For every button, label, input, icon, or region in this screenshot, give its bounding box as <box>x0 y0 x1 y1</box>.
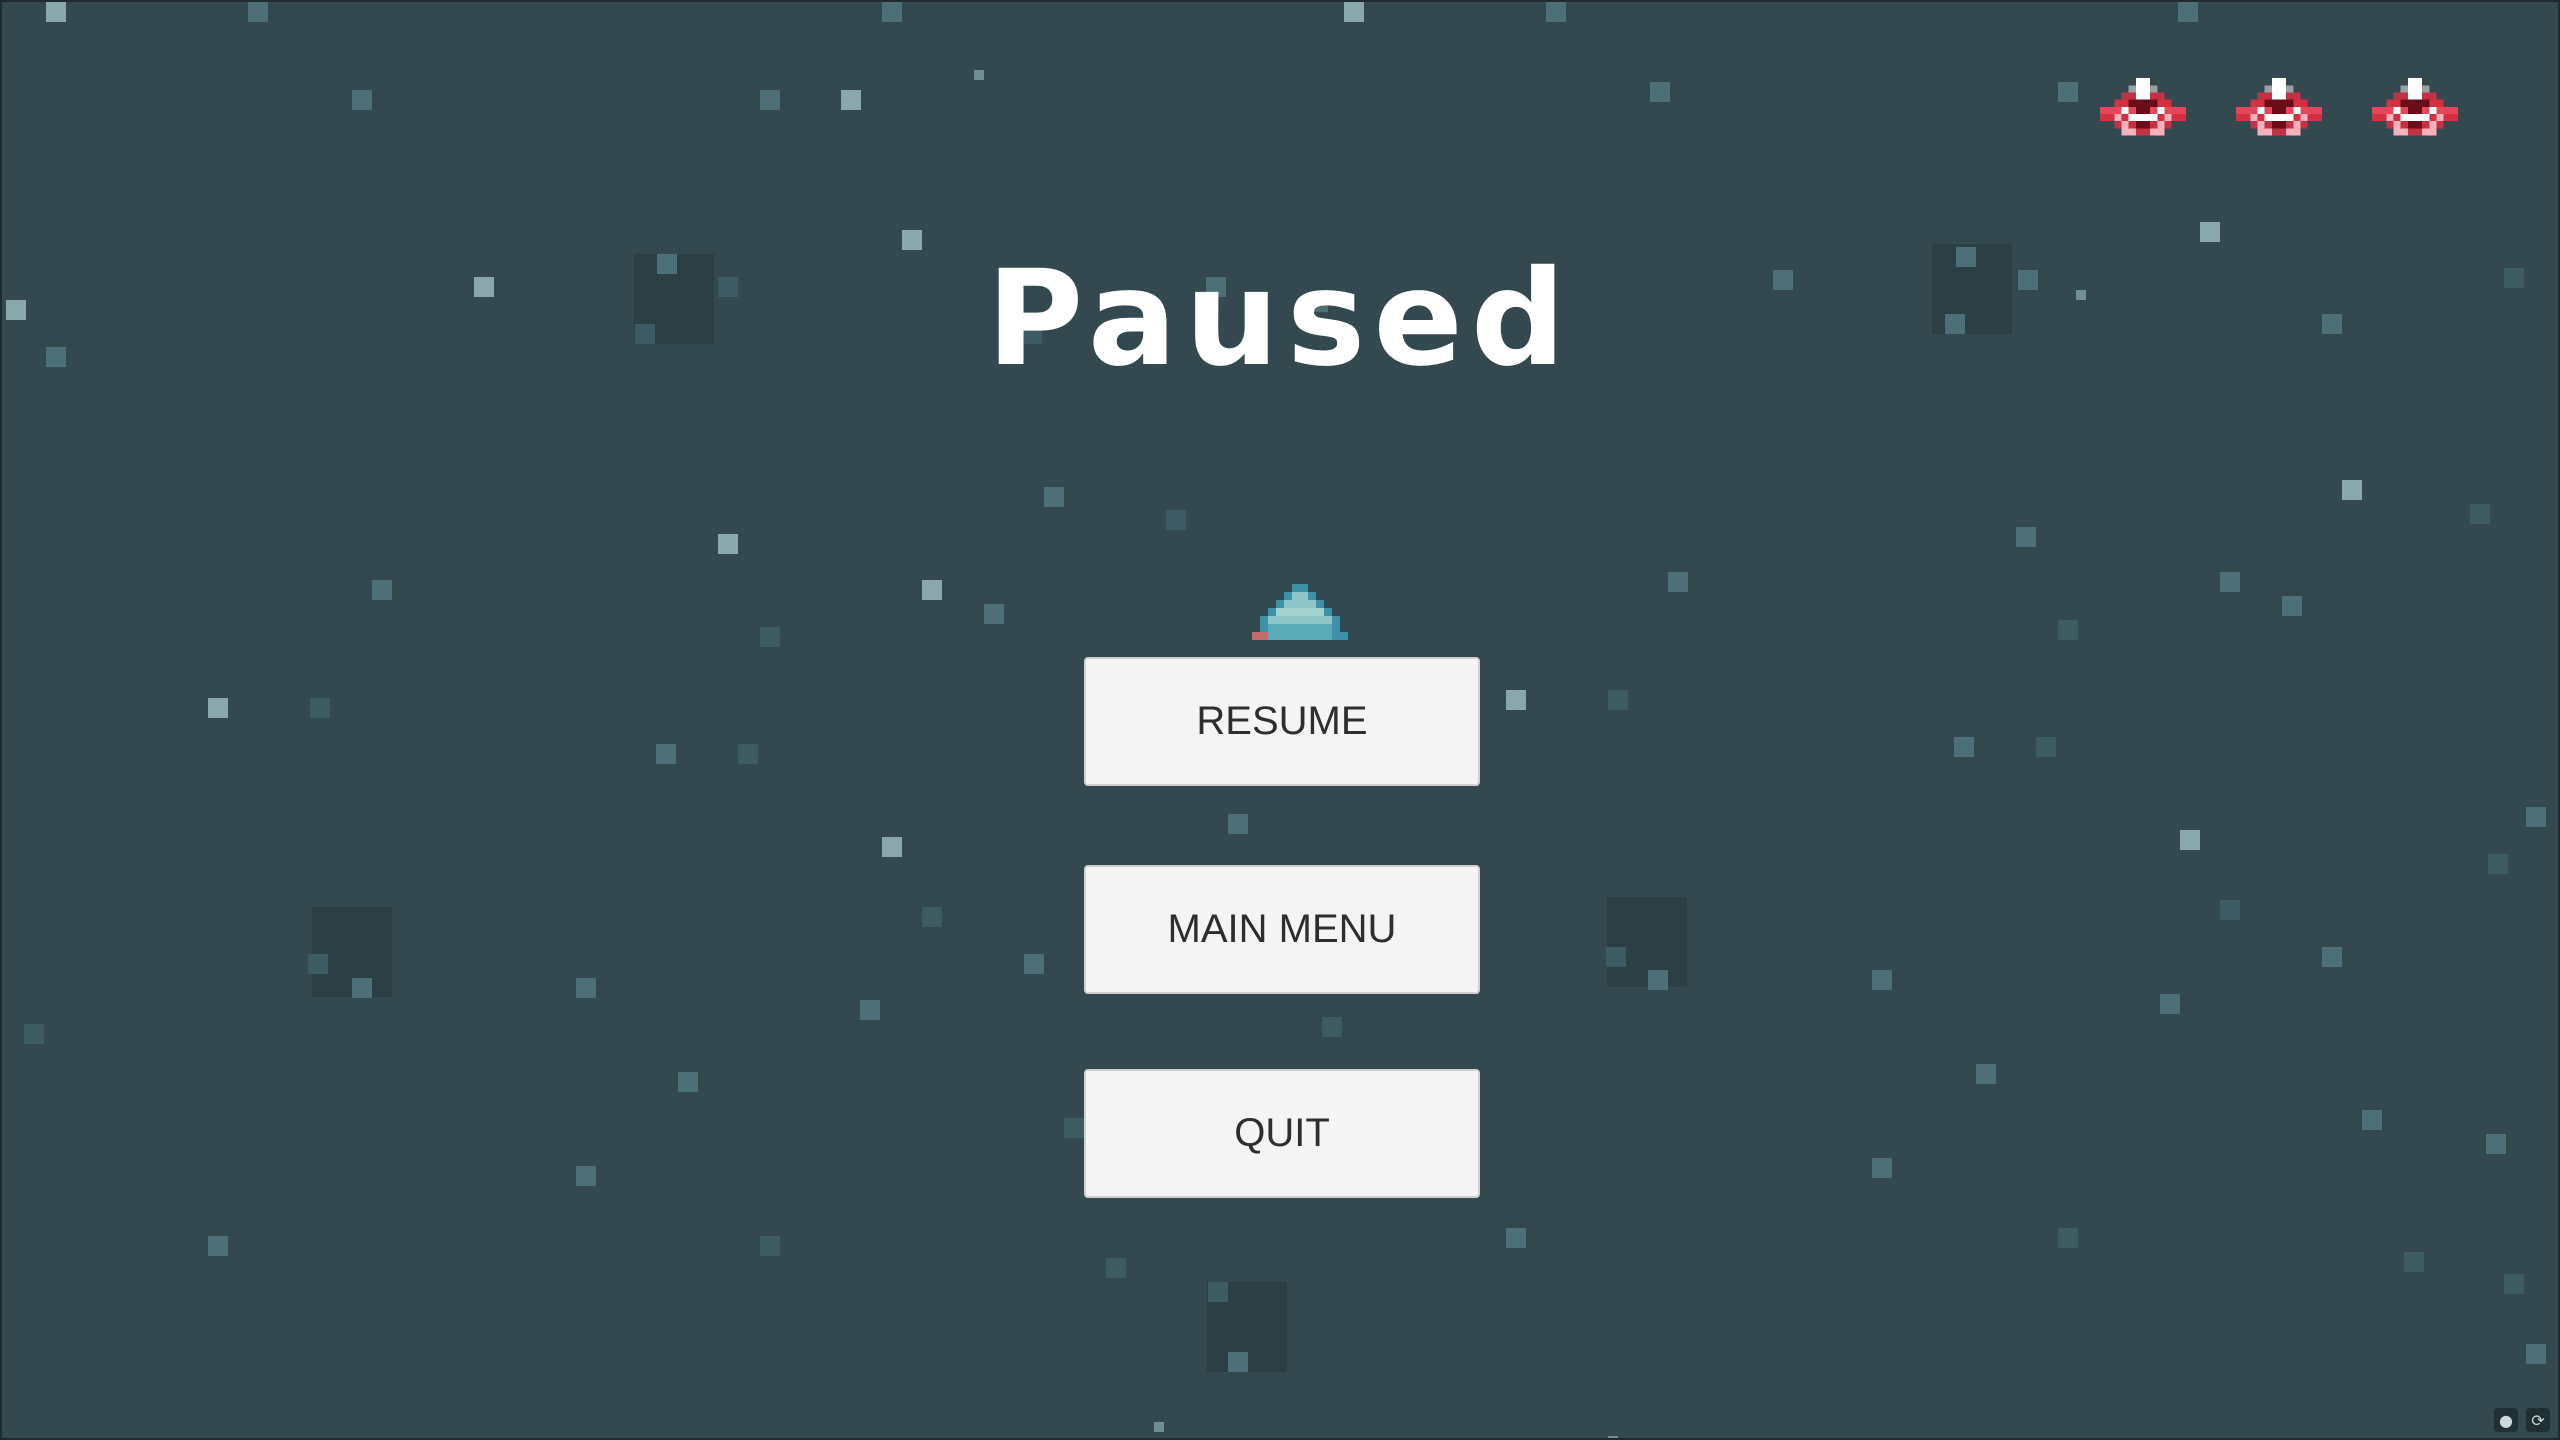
lives-display <box>2100 78 2458 150</box>
corner-toolbar: ● ⟳ <box>2494 1408 2550 1432</box>
life-enemy-ship-icon <box>2100 78 2186 136</box>
life-enemy-ship-icon <box>2236 78 2322 136</box>
life-enemy-ship-icon <box>2372 78 2458 136</box>
player-ship-icon <box>1252 584 1348 640</box>
quit-button[interactable]: QUIT <box>1084 1069 1480 1198</box>
main-menu-button[interactable]: MAIN MENU <box>1084 865 1480 994</box>
refresh-icon[interactable]: ⟳ <box>2526 1408 2550 1432</box>
game-viewport: Paused RESUME MAIN MENU QUIT ● ⟳ <box>0 0 2560 1440</box>
microphone-icon[interactable]: ● <box>2494 1408 2518 1432</box>
paused-title: Paused <box>986 242 1574 396</box>
resume-button[interactable]: RESUME <box>1084 657 1480 786</box>
